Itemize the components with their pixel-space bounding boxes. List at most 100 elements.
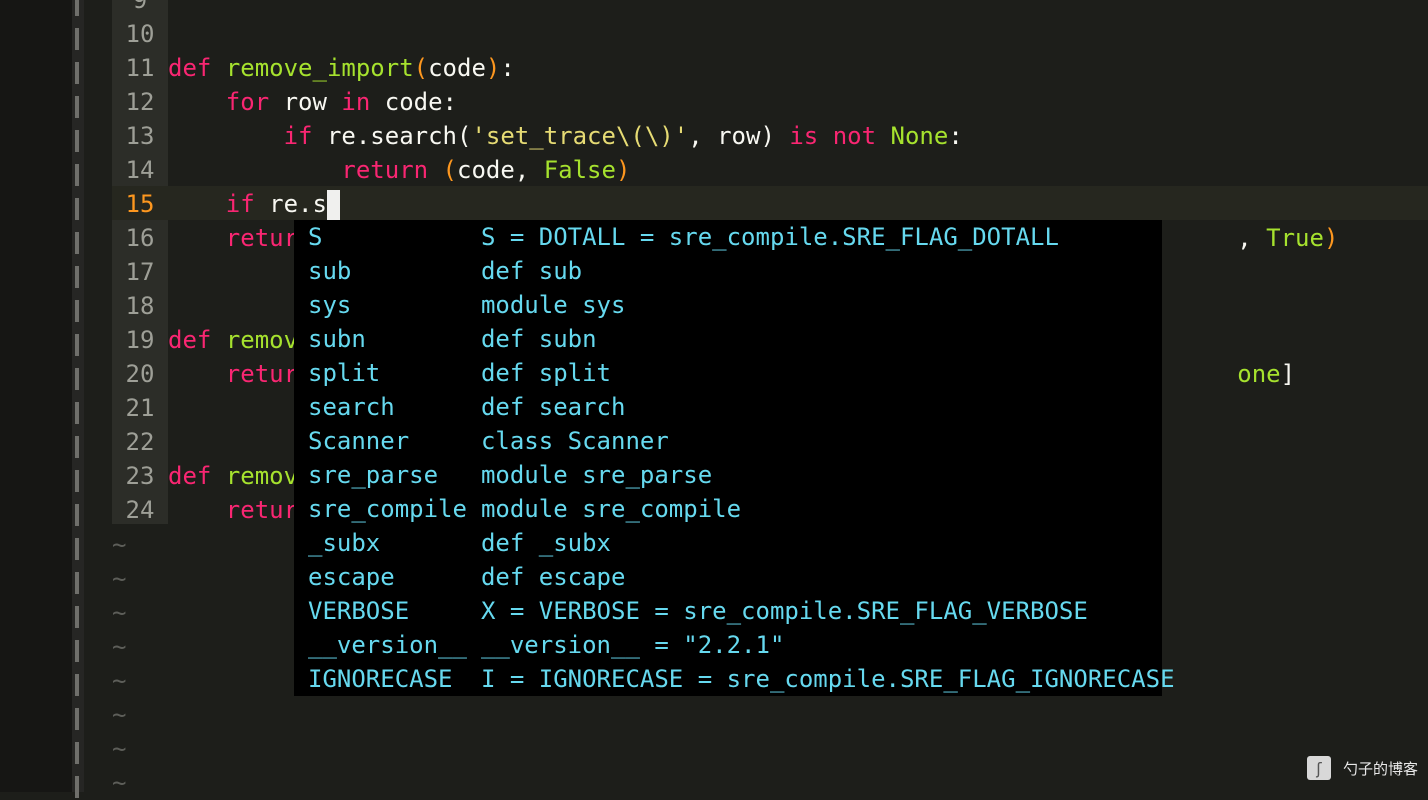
completion-word: sre_parse (308, 461, 467, 489)
tilde-marker: ~ (112, 531, 127, 559)
completion-detail: module sre_compile (480, 495, 742, 523)
code-text: return (code, False) (168, 156, 630, 184)
autocomplete-popup[interactable]: S S = DOTALL = sre_compile.SRE_FLAG_DOTA… (294, 220, 1175, 696)
completion-word: split (308, 359, 467, 387)
line-number: 15 (125, 190, 155, 218)
scroll-tick (75, 674, 79, 696)
code-token: def (168, 326, 212, 354)
completion-item[interactable]: escape def escape (308, 560, 625, 594)
code-line[interactable]: 21 (112, 391, 168, 425)
tilde-marker: ~ (112, 565, 127, 593)
scroll-tick (75, 62, 79, 84)
code-text: for row in code: (168, 88, 457, 116)
code-token: ] (1280, 360, 1296, 388)
line-number: 13 (125, 122, 155, 150)
line-number: 17 (125, 258, 155, 286)
completion-detail: def _subx (480, 529, 611, 557)
completion-word: escape (308, 563, 467, 591)
code-token: remov (225, 326, 299, 354)
completion-detail: def escape (480, 563, 626, 591)
code-token: remov (225, 462, 299, 490)
code-line[interactable]: 22 (112, 425, 168, 459)
scroll-tick (75, 776, 79, 798)
completion-item[interactable]: sys module sys (308, 288, 625, 322)
completion-item[interactable]: Scanner class Scanner (308, 424, 669, 458)
completion-item[interactable]: subn def subn (308, 322, 597, 356)
code-token: False (543, 156, 616, 184)
tilde-marker: ~ (112, 633, 127, 661)
completion-word: VERBOSE (308, 597, 467, 625)
code-line[interactable]: 19 def remov (112, 323, 299, 357)
line-number: 23 (125, 462, 155, 490)
code-line[interactable]: 15 if re.s (112, 187, 340, 221)
tilde-marker: ~ (112, 667, 127, 695)
code-line[interactable]: 12 for row in code: (112, 85, 457, 119)
tilde-marker: ~ (112, 701, 127, 729)
completion-item[interactable]: search def search (308, 390, 625, 424)
scroll-tick (75, 130, 79, 152)
scroll-tick (75, 708, 79, 730)
code-line[interactable]: 13 if re.search('set_trace\(\)', row) is… (112, 119, 963, 153)
completion-item[interactable]: sre_compile module sre_compile (308, 492, 741, 526)
code-token: code: (370, 88, 458, 116)
scroll-tick (75, 0, 79, 16)
completion-word: sre_compile (308, 495, 467, 523)
code-line[interactable]: 9 (112, 0, 168, 17)
code-line[interactable]: 18 (112, 289, 168, 323)
scroll-tick (75, 402, 79, 424)
completion-item[interactable]: split def split (308, 356, 611, 390)
completion-item[interactable]: sub def sub (308, 254, 582, 288)
left-panel-strip (0, 0, 72, 792)
code-token: : (500, 54, 515, 82)
scroll-tick (75, 198, 79, 220)
line-number: 11 (125, 54, 155, 82)
completion-item[interactable]: __version__ __version__ = "2.2.1" (308, 628, 784, 662)
completion-item[interactable]: S S = DOTALL = sre_compile.SRE_FLAG_DOTA… (308, 220, 1059, 254)
completion-item[interactable]: IGNORECASE I = IGNORECASE = sre_compile.… (308, 662, 1175, 696)
code-token: ) (485, 54, 501, 82)
code-token: 'set_trace\(\)' (471, 122, 689, 150)
code-token: retur (225, 496, 299, 524)
scroll-tick (75, 28, 79, 50)
tilde-marker: ~ (112, 735, 127, 763)
completion-item[interactable]: sre_parse module sre_parse (308, 458, 712, 492)
line-number: 10 (125, 20, 155, 48)
code-line[interactable]: 11 def remove_import(code): (112, 51, 515, 85)
spoon-logo-icon: ʃ (1306, 756, 1331, 780)
code-line[interactable]: 24 retur (112, 493, 299, 527)
line-number: 16 (125, 224, 155, 252)
code-token: is not (789, 122, 877, 150)
code-token: code, (457, 156, 544, 184)
code-line[interactable]: 17 (112, 255, 168, 289)
line-number: 9 (132, 0, 148, 14)
completion-detail: def split (480, 359, 611, 387)
code-line[interactable]: 14 return (code, False) (112, 153, 631, 187)
code-text: def remov (168, 462, 298, 490)
scroll-tick (75, 96, 79, 118)
code-line[interactable]: 23 def remov (112, 459, 299, 493)
code-line[interactable]: 10 (112, 17, 168, 51)
scroll-tick (75, 640, 79, 662)
watermark-text: 勺子的博客 (1342, 759, 1418, 778)
completion-item[interactable]: _subx def _subx (308, 526, 611, 560)
code-token: re.s (254, 190, 327, 218)
code-token: ( (413, 54, 429, 82)
line-number: 19 (125, 326, 155, 354)
completion-detail: I = IGNORECASE = sre_compile.SRE_FLAG_IG… (480, 665, 1175, 693)
scroll-tick (75, 470, 79, 492)
watermark: ʃ 勺子的博客 (1306, 756, 1418, 780)
code-token: one (1237, 360, 1281, 388)
tilde-marker: ~ (112, 769, 127, 797)
completion-detail: class Scanner (480, 427, 669, 455)
code-token: in (341, 88, 371, 116)
line-number: 20 (125, 360, 155, 388)
completion-word: Scanner (308, 427, 467, 455)
code-text: retur (168, 496, 298, 524)
code-token: None (890, 122, 949, 150)
scroll-tick (75, 742, 79, 764)
completion-item[interactable]: VERBOSE X = VERBOSE = sre_compile.SRE_FL… (308, 594, 1088, 628)
